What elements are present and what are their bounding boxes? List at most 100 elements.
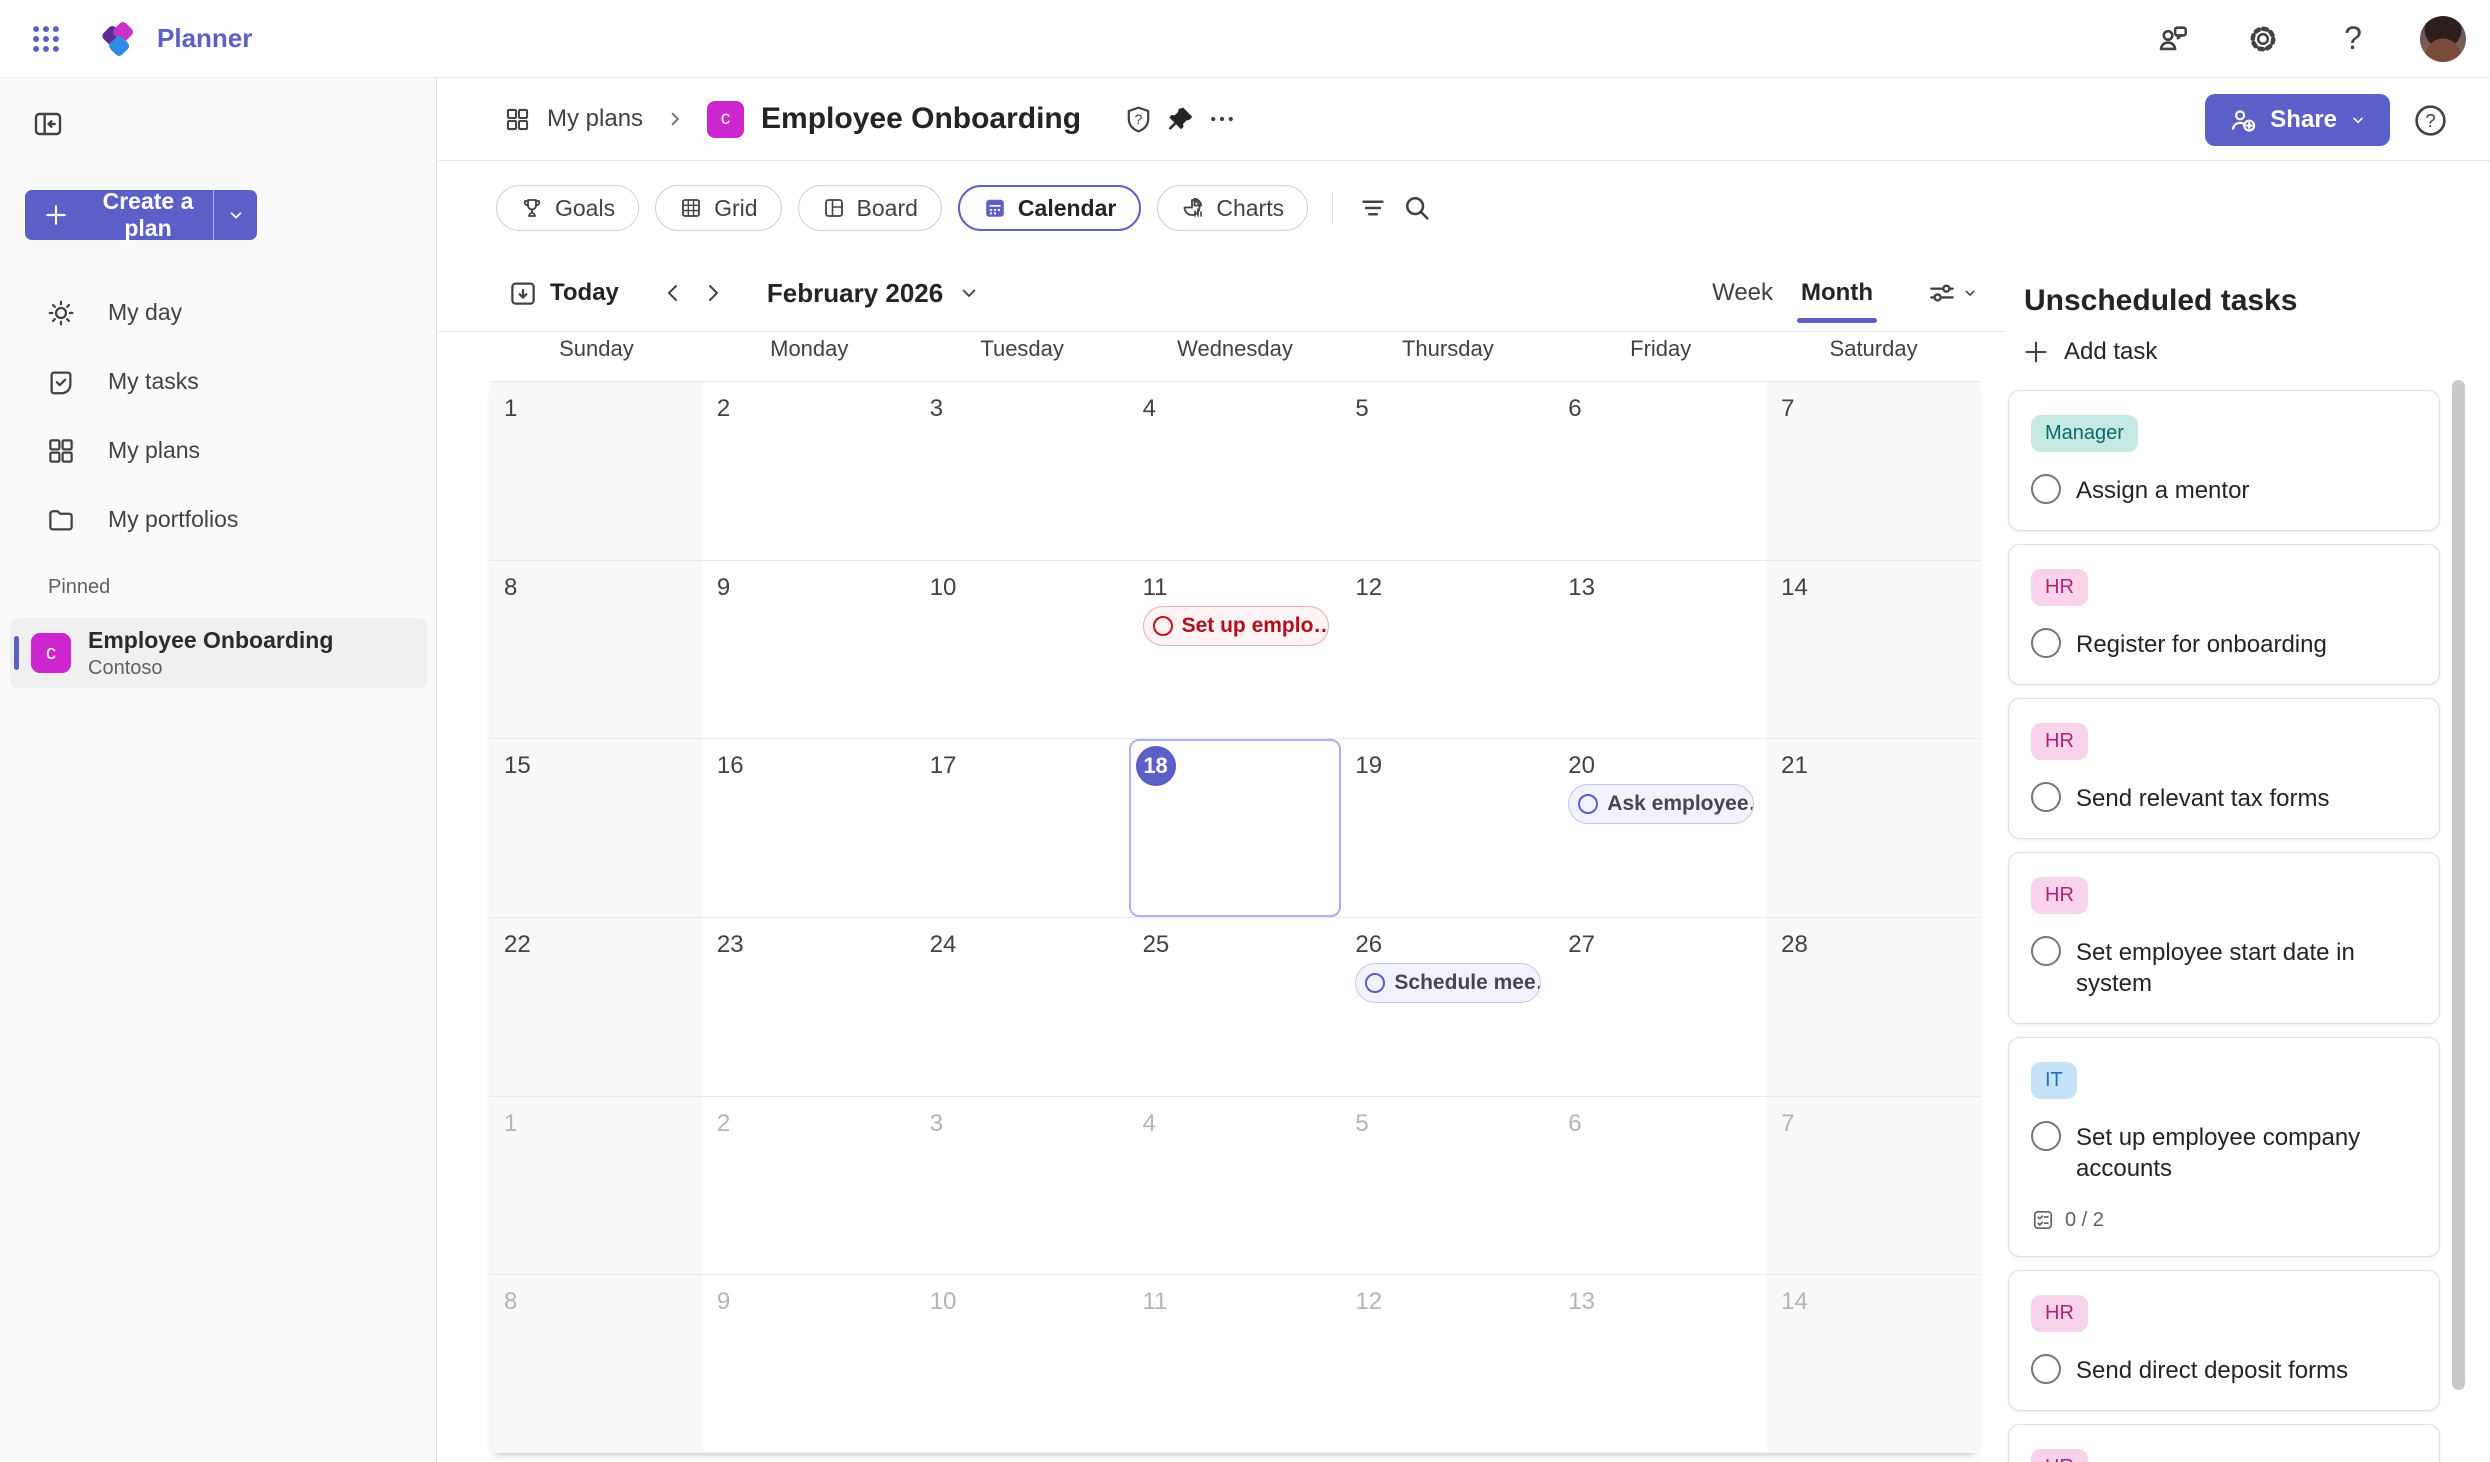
add-task-button[interactable]: Add task [2022, 338, 2157, 366]
task-card[interactable]: HR Register for onboarding [2008, 544, 2440, 685]
calendar-cell[interactable]: 9 [702, 1274, 916, 1454]
calendar-cell[interactable]: 12 [1341, 1274, 1555, 1454]
waffle-icon[interactable] [24, 17, 68, 61]
calendar-cell[interactable]: 10 [915, 559, 1129, 739]
calendar-cell[interactable]: 4 [1128, 1095, 1342, 1275]
next-month-icon[interactable] [693, 273, 733, 313]
collapse-sidebar-icon[interactable] [30, 106, 66, 142]
calendar-cell[interactable]: 19 [1341, 738, 1555, 918]
calendar-cell[interactable]: 1 [490, 381, 703, 560]
person-add-icon [2229, 106, 2257, 134]
task-status-circle-icon[interactable] [2031, 1121, 2061, 1151]
calendar-cell[interactable]: 5 [1341, 1095, 1555, 1275]
gear-icon[interactable] [2240, 16, 2286, 62]
calendar-event[interactable]: Ask employee… [1568, 784, 1755, 825]
filter-icon[interactable] [1351, 186, 1395, 230]
calendar-cell[interactable]: 1 [490, 1095, 703, 1275]
task-card[interactable]: Manager Assign a mentor [2008, 390, 2440, 531]
calendar-cell[interactable]: 7 [1767, 381, 1980, 560]
calendar-cell[interactable]: 2 [702, 381, 916, 560]
task-row: Assign a mentor [2031, 474, 2417, 506]
task-card[interactable]: HR Set employee start date in system [2008, 852, 2440, 1024]
tab-month-view[interactable]: Month [1787, 269, 1887, 323]
calendar-cell[interactable]: 28 [1767, 917, 1980, 1096]
task-card[interactable]: IT Set up employee company accounts 0 / 2 [2008, 1037, 2440, 1257]
tab-calendar[interactable]: Calendar [957, 185, 1142, 231]
calendar-cell[interactable]: 13 [1554, 559, 1768, 739]
calendar-cell[interactable]: 23 [702, 917, 916, 1096]
tab-board[interactable]: Board [797, 185, 942, 231]
task-status-circle-icon[interactable] [2031, 474, 2061, 504]
more-icon[interactable] [1201, 98, 1243, 140]
sidebar-item-employee-onboarding[interactable]: c Employee Onboarding Contoso [10, 618, 427, 688]
feedback-icon[interactable] [2150, 16, 2196, 62]
calendar-cell[interactable]: 16 [702, 738, 916, 918]
calendar-cell[interactable]: 8 [490, 559, 703, 739]
label-badge: HR [2031, 877, 2088, 914]
sidebar-item-my-day[interactable]: My day [0, 278, 437, 347]
calendar-cell[interactable]: 25 [1128, 917, 1342, 1096]
calendar-cell[interactable]: 27 [1554, 917, 1768, 1096]
calendar-cell[interactable]: 12 [1341, 559, 1555, 739]
scrollbar[interactable] [2452, 380, 2465, 1390]
calendar-cell[interactable]: 17 [915, 738, 1129, 918]
calendar-options-icon[interactable] [1927, 278, 1977, 308]
tab-charts[interactable]: Charts [1157, 185, 1309, 231]
calendar-cell[interactable]: 11 Set up emplo… [1128, 559, 1342, 739]
shield-question-icon[interactable]: ? [1117, 98, 1159, 140]
topbar-actions: ? [2150, 15, 2466, 62]
task-status-circle-icon[interactable] [2031, 1354, 2061, 1384]
sidebar-item-my-plans[interactable]: My plans [0, 416, 437, 485]
calendar-cell[interactable]: 10 [915, 1274, 1129, 1454]
calendar-cell[interactable]: 20 Ask employee… [1554, 738, 1768, 918]
calendar-cell[interactable]: 3 [915, 1095, 1129, 1275]
app-brand[interactable]: Planner [98, 18, 252, 60]
calendar-event[interactable]: Schedule mee… [1355, 963, 1542, 1004]
period-picker[interactable]: February 2026 [767, 278, 979, 309]
sidebar-item-label: My day [108, 299, 183, 325]
calendar-cell[interactable]: 26 Schedule mee… [1341, 917, 1555, 1096]
calendar-cell[interactable]: 15 [490, 738, 703, 918]
share-button[interactable]: Share [2205, 94, 2390, 146]
calendar-cell[interactable]: 7 [1767, 1095, 1980, 1275]
tab-goals[interactable]: Goals [496, 185, 640, 231]
sidebar-item-my-tasks[interactable]: My tasks [0, 347, 437, 416]
task-status-circle-icon[interactable] [2031, 628, 2061, 658]
help-circle-icon[interactable]: ? [2410, 100, 2450, 140]
task-card[interactable]: HR Send direct deposit forms [2008, 1270, 2440, 1411]
calendar-cell[interactable]: 11 [1128, 1274, 1342, 1454]
calendar-cell[interactable]: 14 [1767, 1274, 1980, 1454]
tab-week-view[interactable]: Week [1698, 269, 1787, 317]
create-plan-dropdown[interactable] [213, 190, 257, 240]
sidebar-item-my-portfolios[interactable]: My portfolios [0, 485, 437, 554]
calendar-cell[interactable]: 24 [915, 917, 1129, 1096]
tab-grid[interactable]: Grid [655, 185, 782, 231]
search-icon[interactable] [1395, 186, 1439, 230]
calendar-cell[interactable]: 4 [1128, 381, 1342, 560]
calendar-cell[interactable]: 8 [490, 1274, 703, 1454]
create-plan-button[interactable]: Create a plan [25, 188, 257, 241]
help-icon[interactable]: ? [2330, 16, 2376, 62]
avatar[interactable] [2420, 15, 2466, 62]
calendar-cell[interactable]: 14 [1767, 559, 1980, 739]
calendar-cell[interactable]: 13 [1554, 1274, 1768, 1454]
calendar-cell[interactable]: 18 [1128, 738, 1342, 918]
calendar-cell[interactable]: 5 [1341, 381, 1555, 560]
today-button[interactable]: Today [508, 278, 619, 308]
calendar-cell[interactable]: 2 [702, 1095, 916, 1275]
calendar-cell[interactable]: 6 [1554, 1095, 1768, 1275]
task-status-circle-icon[interactable] [2031, 936, 2061, 966]
calendar-cell[interactable]: 22 [490, 917, 703, 1096]
breadcrumb-my-plans[interactable]: My plans [504, 105, 643, 133]
calendar-cell[interactable]: 21 [1767, 738, 1980, 918]
date-number: 10 [929, 573, 957, 601]
task-card[interactable]: HR Send relevant tax forms [2008, 698, 2440, 839]
task-status-circle-icon[interactable] [2031, 782, 2061, 812]
calendar-cell[interactable]: 9 [702, 559, 916, 739]
calendar-cell[interactable]: 6 [1554, 381, 1768, 560]
prev-month-icon[interactable] [653, 273, 693, 313]
task-card[interactable]: HR [2008, 1424, 2440, 1462]
calendar-cell[interactable]: 3 [915, 381, 1129, 560]
calendar-event[interactable]: Set up emplo… [1142, 605, 1329, 646]
pin-icon[interactable] [1159, 98, 1201, 140]
